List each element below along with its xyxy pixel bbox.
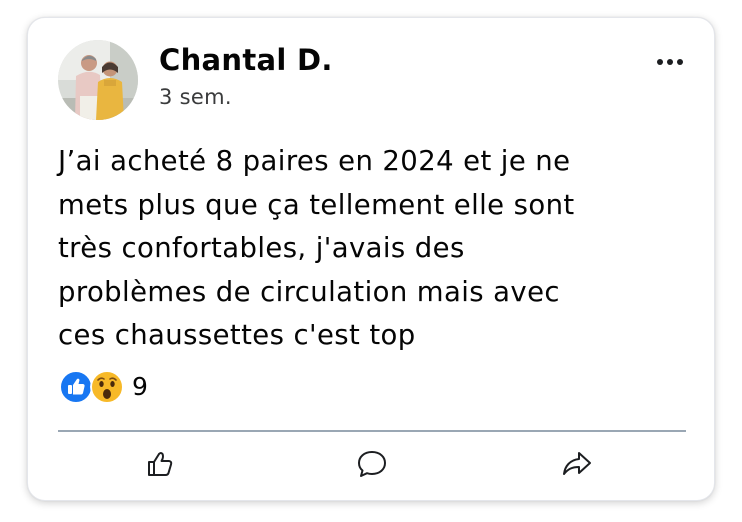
- comment-button[interactable]: [350, 444, 394, 484]
- wow-reaction-icon: [90, 370, 124, 404]
- more-dot-icon: [657, 59, 663, 65]
- comment-card: Chantal D. 3 sem. J’ai acheté 8 paires e…: [27, 17, 715, 501]
- reactions-summary[interactable]: 9: [59, 369, 148, 405]
- share-arrow-icon: [563, 452, 591, 475]
- more-dot-icon: [677, 59, 683, 65]
- avatar[interactable]: [58, 40, 138, 120]
- comment-bubble-icon: [358, 451, 386, 477]
- share-button[interactable]: [555, 444, 599, 484]
- reaction-count: 9: [132, 372, 148, 401]
- action-bar: [58, 436, 686, 492]
- post-body: J’ai acheté 8 paires en 2024 et je ne me…: [58, 145, 575, 351]
- more-options-button[interactable]: [650, 48, 690, 76]
- post-timestamp[interactable]: 3 sem.: [159, 82, 232, 112]
- avatar-photo: [58, 40, 138, 120]
- like-button[interactable]: [138, 444, 182, 484]
- like-reaction-icon: [59, 370, 93, 404]
- author-name[interactable]: Chantal D.: [159, 40, 333, 80]
- thumbs-up-icon: [148, 452, 173, 476]
- more-dot-icon: [667, 59, 673, 65]
- divider: [58, 430, 686, 432]
